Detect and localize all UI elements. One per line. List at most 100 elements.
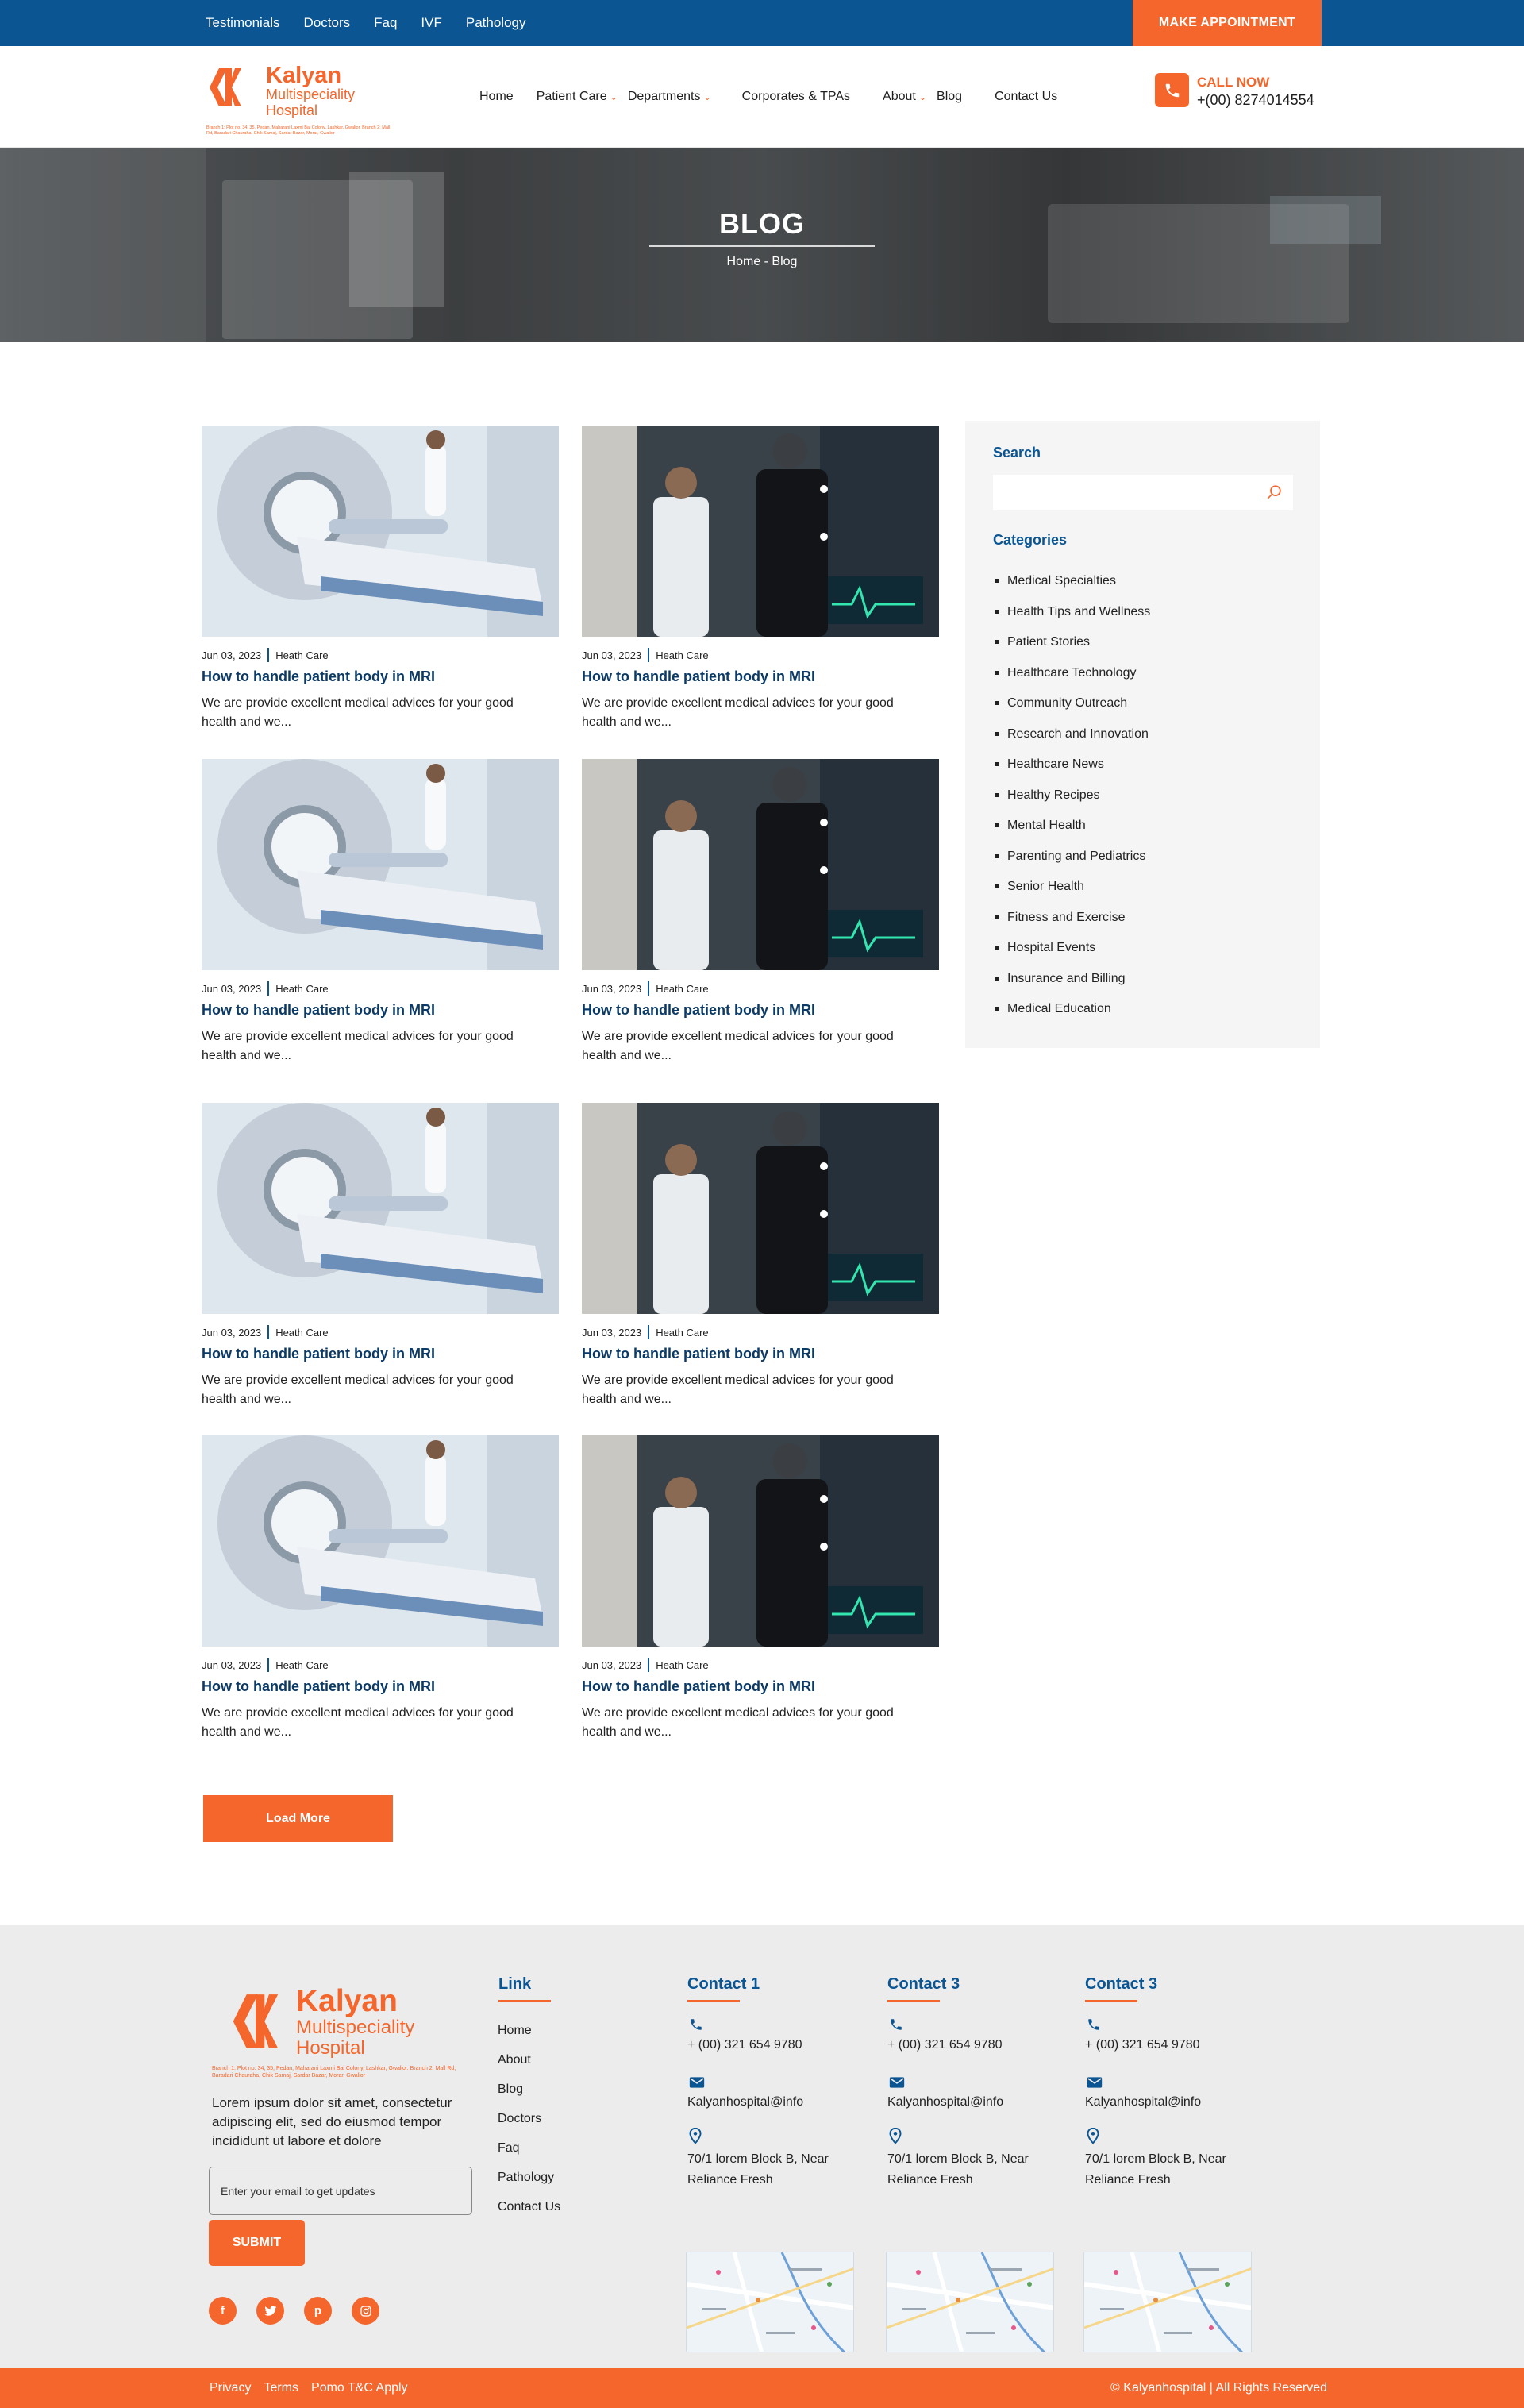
contact-phone[interactable]: + (00) 321 654 9780 [687,2035,862,2055]
post-category[interactable]: Heath Care [275,1327,328,1339]
terms-link[interactable]: Terms [264,2381,298,2395]
contact-map[interactable] [1083,2252,1252,2352]
post-category[interactable]: Heath Care [656,983,708,995]
category-item[interactable]: Hospital Events [995,941,1150,972]
post-date: Jun 03, 2023 [202,982,262,995]
post-image[interactable] [582,1103,939,1314]
category-label: Research and Innovation [1007,726,1149,741]
footer-link[interactable]: Contact Us [498,2200,560,2229]
nav-corporates[interactable]: Corporates & TPAs [742,90,850,104]
post-title[interactable]: How to handle patient body in MRI [582,1002,815,1019]
load-more-button[interactable]: Load More [203,1795,393,1842]
post-category[interactable]: Heath Care [275,1659,328,1671]
contact-email[interactable]: Kalyanhospital@info [887,2092,1062,2113]
post-image[interactable] [582,759,939,970]
footer-link[interactable]: Home [498,2024,560,2053]
top-link-ivf[interactable]: IVF [421,15,441,31]
newsletter-email-input[interactable] [210,2167,471,2214]
categories-heading: Categories [993,532,1068,548]
post-title[interactable]: How to handle patient body in MRI [202,668,435,685]
search-input[interactable] [993,475,1293,510]
category-item[interactable]: Medical Education [995,1002,1150,1033]
newsletter-email-box [209,2167,472,2215]
search-icon[interactable] [1266,484,1283,501]
post-category[interactable]: Heath Care [656,1327,708,1339]
site-footer: Kalyan Multispeciality Hospital Branch 1… [0,1925,1524,2368]
bullet-icon [995,823,999,827]
category-item[interactable]: Community Outreach [995,696,1150,727]
facebook-icon[interactable]: f [209,2297,237,2325]
contact-phone[interactable]: + (00) 321 654 9780 [887,2035,1062,2055]
post-title[interactable]: How to handle patient body in MRI [582,1346,815,1362]
post-category[interactable]: Heath Care [656,649,708,661]
footer-link[interactable]: Blog [498,2082,560,2112]
nav-home-label: Home [479,90,514,103]
contact-block: Contact 1 + (00) 321 654 9780 Kalyanhospit… [686,1973,862,2354]
contact-email[interactable]: Kalyanhospital@info [687,2092,862,2113]
top-link-faq[interactable]: Faq [374,15,397,31]
category-item[interactable]: Healthcare News [995,757,1150,788]
contact-map[interactable] [686,2252,854,2352]
category-label: Medical Specialties [1007,574,1116,588]
make-appointment-button[interactable]: MAKE APPOINTMENT [1133,0,1322,46]
post-meta: Jun 03, 2023 Heath Care [202,981,329,996]
post-image[interactable] [202,426,559,637]
post-title[interactable]: How to handle patient body in MRI [202,1002,435,1019]
category-item[interactable]: Mental Health [995,819,1150,850]
privacy-link[interactable]: Privacy [210,2381,251,2395]
post-title[interactable]: How to handle patient body in MRI [202,1346,435,1362]
promo-terms-link[interactable]: Pomo T&C Apply [311,2381,408,2395]
post-category[interactable]: Heath Care [275,983,328,995]
category-label: Patient Stories [1007,635,1091,649]
contact-email[interactable]: Kalyanhospital@info [1085,2092,1260,2113]
nav-corporates-label: Corporates & TPAs [741,90,851,103]
category-item[interactable]: Fitness and Exercise [995,911,1150,942]
post-title[interactable]: How to handle patient body in MRI [202,1678,435,1695]
category-item[interactable]: Health Tips and Wellness [995,605,1150,636]
footer-logo[interactable]: Kalyan Multispeciality Hospital Branch 1… [210,1986,464,2081]
nav-about[interactable]: About ⌄ [883,90,926,104]
nav-contact-us[interactable]: Contact Us [995,90,1057,104]
footer-link[interactable]: About [498,2053,560,2082]
contact-map[interactable] [886,2252,1054,2352]
post-excerpt: We are provide excellent medical advices… [202,696,514,729]
post-image[interactable] [202,1103,559,1314]
newsletter-submit-button[interactable]: SUBMIT [209,2220,305,2266]
post-title[interactable]: How to handle patient body in MRI [582,1678,815,1695]
title-underline [649,245,875,247]
post-image[interactable] [582,426,939,637]
post-image[interactable] [202,759,559,970]
nav-home[interactable]: Home [479,90,514,104]
twitter-icon[interactable] [256,2297,284,2325]
footer-link[interactable]: Pathology [498,2171,560,2200]
footer-link[interactable]: Faq [498,2141,560,2171]
post-image[interactable] [202,1435,559,1647]
nav-patient-care[interactable]: Patient Care ⌄ [537,90,618,104]
top-link-pathology[interactable]: Pathology [466,15,526,31]
category-item[interactable]: Research and Innovation [995,727,1150,758]
post-image[interactable] [582,1435,939,1647]
post-category[interactable]: Heath Care [275,649,328,661]
category-item[interactable]: Insurance and Billing [995,972,1150,1003]
hospital-logo[interactable]: Kalyan Multispeciality Hospital Branch 1… [205,62,395,136]
category-item[interactable]: Medical Specialties [995,574,1150,605]
nav-departments[interactable]: Departments ⌄ [628,90,711,104]
nav-blog[interactable]: Blog [937,90,962,104]
post-title[interactable]: How to handle patient body in MRI [582,668,815,685]
category-item[interactable]: Parenting and Pediatrics [995,850,1150,880]
pinterest-icon[interactable]: p [304,2297,332,2325]
top-link-testimonials[interactable]: Testimonials [206,15,280,31]
category-item[interactable]: Healthcare Technology [995,666,1150,697]
contact-block: Contact 3 + (00) 321 654 9780 Kalyanhospit… [886,1973,1062,2354]
instagram-icon[interactable] [352,2297,379,2325]
post-category[interactable]: Heath Care [656,1659,708,1671]
category-item[interactable]: Patient Stories [995,635,1150,666]
category-item[interactable]: Healthy Recipes [995,788,1150,819]
category-item[interactable]: Senior Health [995,880,1150,911]
location-pin-icon [1087,2127,1099,2148]
logo-subtitle-1: Multispeciality [266,87,356,102]
top-link-doctors[interactable]: Doctors [304,15,351,31]
mail-icon [889,2076,905,2093]
contact-phone[interactable]: + (00) 321 654 9780 [1085,2035,1260,2055]
footer-link[interactable]: Doctors [498,2112,560,2141]
